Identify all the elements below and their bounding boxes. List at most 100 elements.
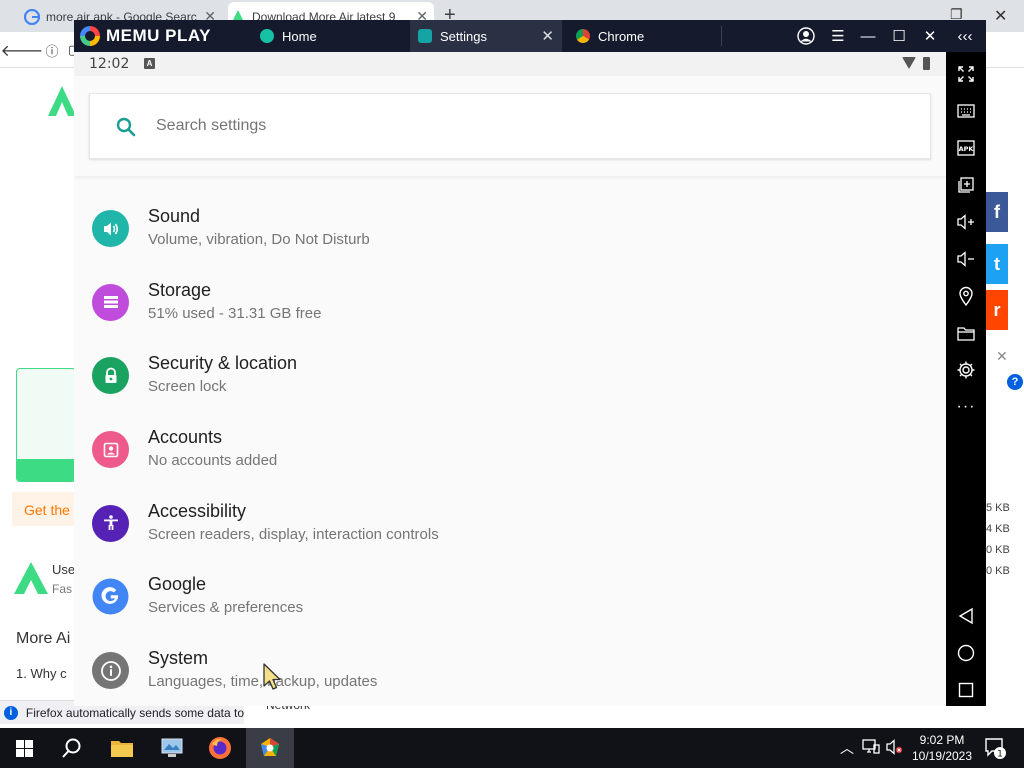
control-panel-icon[interactable] bbox=[148, 728, 196, 768]
size-text: 0 KB bbox=[986, 544, 1010, 556]
apkpure-logo-icon bbox=[48, 86, 76, 116]
setting-row-accessibility[interactable]: Accessibility Screen readers, display, i… bbox=[74, 489, 946, 563]
clock-date: 10/19/2023 bbox=[911, 749, 973, 763]
network-tray-icon[interactable] bbox=[862, 739, 880, 758]
home-app-icon bbox=[260, 29, 274, 43]
search-icon[interactable] bbox=[48, 728, 96, 768]
mouse-cursor-icon bbox=[263, 663, 281, 690]
location-pin-icon[interactable] bbox=[954, 284, 978, 308]
fullscreen-icon[interactable] bbox=[954, 62, 978, 86]
storage-icon bbox=[92, 283, 129, 321]
android-status-bar: 12:02 A bbox=[74, 52, 946, 76]
setting-row-storage[interactable]: Storage 51% used - 31.31 GB free bbox=[74, 268, 946, 342]
side-widgets: f t r bbox=[986, 178, 1024, 698]
site-info-icon[interactable]: ⓘ bbox=[40, 38, 64, 62]
setting-subtitle: Volume, vibration, Do Not Disturb bbox=[148, 231, 370, 248]
windows-taskbar: ︿ 9:02 PM 10/19/2023 1 bbox=[0, 728, 1024, 768]
memu-tab-settings[interactable]: Settings ✕ bbox=[410, 20, 562, 52]
volume-down-icon[interactable] bbox=[954, 247, 978, 271]
folder-icon[interactable] bbox=[954, 321, 978, 345]
back-arrow-icon[interactable]: 🡐 bbox=[1, 38, 44, 62]
volume-icon bbox=[92, 210, 129, 247]
accessibility-icon bbox=[92, 504, 129, 542]
action-center-icon[interactable]: 1 bbox=[984, 737, 1006, 762]
clock[interactable]: 9:02 PM 10/19/2023 bbox=[906, 732, 978, 764]
setting-row-system[interactable]: System Languages, time, backup, updates bbox=[74, 636, 946, 706]
back-icon[interactable] bbox=[954, 604, 978, 628]
size-text: 4 KB bbox=[986, 523, 1010, 535]
search-icon bbox=[116, 117, 136, 137]
setting-subtitle: Services & preferences bbox=[148, 599, 304, 617]
memu-sidebar: APK ··· bbox=[946, 52, 986, 706]
notification-count: 1 bbox=[997, 750, 1003, 760]
memu-logo-icon bbox=[80, 26, 100, 46]
file-explorer-icon[interactable] bbox=[98, 728, 146, 768]
maximize-icon[interactable]: ☐ bbox=[888, 25, 910, 47]
recent-apps-icon[interactable] bbox=[954, 678, 978, 702]
setting-row-accounts[interactable]: Accounts No accounts added bbox=[74, 415, 946, 489]
keyboard-icon[interactable] bbox=[954, 99, 978, 123]
search-area: Search settings bbox=[74, 76, 946, 176]
reddit-share-icon[interactable]: r bbox=[986, 290, 1008, 330]
facebook-share-icon[interactable]: f bbox=[986, 192, 1008, 232]
home-icon[interactable] bbox=[954, 641, 978, 665]
setting-title: Accessibility bbox=[148, 500, 247, 521]
setting-row-security[interactable]: Security & location Screen lock bbox=[74, 341, 946, 415]
apk-install-icon[interactable]: APK bbox=[954, 136, 978, 160]
settings-list: Sound Volume, vibration, Do Not Disturb … bbox=[74, 194, 946, 706]
menu-icon[interactable]: ☰ bbox=[827, 25, 849, 47]
info-icon bbox=[92, 652, 129, 690]
volume-up-icon[interactable] bbox=[954, 210, 978, 234]
notification-a-icon: A bbox=[144, 58, 155, 69]
setting-subtitle: No accounts added bbox=[148, 452, 278, 470]
google-icon bbox=[92, 578, 129, 616]
memu-taskbar-icon[interactable] bbox=[246, 728, 294, 768]
help-icon[interactable]: ? bbox=[1007, 374, 1023, 390]
memu-tab-label: Chrome bbox=[598, 28, 645, 44]
android-screen: 12:02 A Search settings Sound Volume, vi… bbox=[74, 52, 946, 706]
memu-tab-chrome[interactable]: Chrome bbox=[568, 20, 718, 52]
setting-row-sound[interactable]: Sound Volume, vibration, Do Not Disturb bbox=[74, 194, 946, 268]
popup-close-icon[interactable]: ✕ bbox=[996, 348, 1008, 365]
get-the-text: Get the bbox=[24, 502, 70, 518]
more-options-icon[interactable]: ··· bbox=[954, 395, 978, 419]
account-icon[interactable] bbox=[795, 25, 817, 47]
close-window-icon[interactable]: ✕ bbox=[994, 6, 1007, 26]
apkpure-small-logo-icon bbox=[14, 562, 48, 594]
memu-titlebar: MEMU PLAY Home Settings ✕ Chrome ☰ — ☐ ✕… bbox=[74, 20, 986, 52]
memu-window: MEMU PLAY Home Settings ✕ Chrome ☰ — ☐ ✕… bbox=[74, 20, 986, 706]
settings-app-icon bbox=[418, 29, 432, 43]
setting-title: Google bbox=[148, 574, 207, 595]
gear-icon[interactable] bbox=[954, 358, 978, 382]
close-icon[interactable]: ✕ bbox=[919, 25, 941, 47]
setting-subtitle: Screen readers, display, interaction con… bbox=[148, 525, 439, 543]
size-text: 5 KB bbox=[986, 502, 1010, 514]
memu-tab-label: Home bbox=[282, 28, 317, 44]
search-settings-input[interactable]: Search settings bbox=[89, 93, 931, 159]
use-text: Use bbox=[52, 562, 76, 577]
setting-row-google[interactable]: Google Services & preferences bbox=[74, 562, 946, 636]
search-placeholder: Search settings bbox=[156, 117, 267, 134]
memu-brand: MEMU PLAY bbox=[106, 26, 211, 45]
setting-title: System bbox=[148, 648, 209, 669]
wifi-icon bbox=[902, 57, 916, 69]
svg-text:APK: APK bbox=[959, 145, 975, 153]
volume-muted-tray-icon[interactable] bbox=[885, 739, 903, 758]
collapse-sidebar-icon[interactable]: ‹‹‹ bbox=[954, 25, 976, 47]
why-text: 1. Why c bbox=[16, 666, 67, 681]
download-card[interactable] bbox=[16, 368, 76, 482]
windows-start-icon[interactable] bbox=[0, 728, 48, 768]
lock-icon bbox=[92, 357, 129, 395]
setting-subtitle: Screen lock bbox=[148, 378, 227, 396]
minimize-icon[interactable]: — bbox=[857, 25, 879, 47]
firefox-icon[interactable] bbox=[196, 728, 244, 768]
show-hidden-icons-icon[interactable]: ︿ bbox=[840, 738, 854, 758]
download-bar bbox=[17, 459, 75, 481]
close-tab-icon[interactable]: ✕ bbox=[541, 27, 554, 45]
clock-time: 9:02 PM bbox=[919, 733, 965, 747]
multi-instance-icon[interactable] bbox=[954, 173, 978, 197]
memu-tab-home[interactable]: Home bbox=[252, 20, 402, 52]
setting-title: Security & location bbox=[148, 353, 298, 374]
google-favicon-icon bbox=[24, 9, 40, 25]
twitter-share-icon[interactable]: t bbox=[986, 244, 1008, 284]
